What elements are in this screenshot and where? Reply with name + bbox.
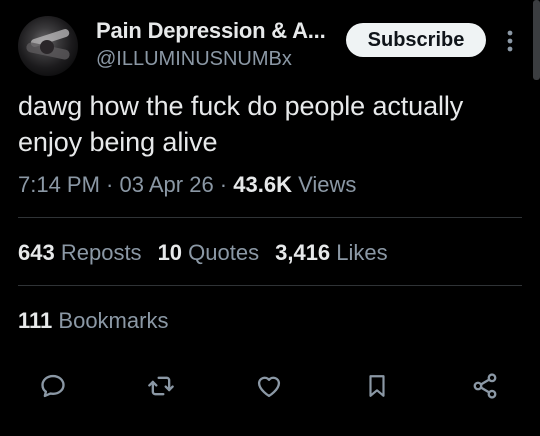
bookmarks-label: Bookmarks xyxy=(58,308,169,333)
views-count: 43.6K xyxy=(233,172,292,197)
quotes-count: 10 xyxy=(157,240,183,265)
tweet-header: Pain Depression & A... @ILLUMINUSNUMBx S… xyxy=(18,14,518,78)
views-label: Views xyxy=(291,172,357,197)
repost-icon[interactable] xyxy=(145,370,177,402)
bookmarks-stat[interactable]: 111 Bookmarks xyxy=(18,308,168,334)
bookmarks-count: 111 xyxy=(18,308,53,333)
tweet-text: dawg how the fuck do people actually enj… xyxy=(18,88,518,160)
quotes-stat[interactable]: 10 Quotes xyxy=(158,240,260,266)
likes-stat[interactable]: 3,416 Likes xyxy=(275,240,388,266)
avatar-detail xyxy=(40,40,54,54)
quotes-label: Quotes xyxy=(188,240,260,265)
engagement-stats: 643 Reposts 10 Quotes 3,416 Likes xyxy=(18,240,404,266)
scrollbar[interactable] xyxy=(533,0,540,80)
share-icon[interactable] xyxy=(469,370,501,402)
tweet-text-line: enjoy being alive xyxy=(18,127,218,157)
reply-icon[interactable] xyxy=(37,370,69,402)
like-icon[interactable] xyxy=(253,370,285,402)
more-options-icon[interactable] xyxy=(500,26,520,56)
divider xyxy=(18,285,522,286)
meta-separator: · xyxy=(99,172,120,197)
bookmark-icon[interactable] xyxy=(361,370,393,402)
tweet-time[interactable]: 7:14 PM xyxy=(18,172,100,197)
bookmarks-stats: 111 Bookmarks xyxy=(18,308,184,334)
meta-separator: · xyxy=(213,172,234,197)
tweet-date[interactable]: 03 Apr 26 xyxy=(120,172,214,197)
reposts-stat[interactable]: 643 Reposts xyxy=(18,240,142,266)
tweet-meta: 7:14 PM · 03 Apr 26 · 43.6K Views xyxy=(18,172,356,198)
subscribe-button[interactable]: Subscribe xyxy=(346,23,486,57)
reposts-count: 643 xyxy=(18,240,55,265)
divider xyxy=(18,217,522,218)
action-bar xyxy=(0,370,540,410)
likes-label: Likes xyxy=(336,240,388,265)
avatar[interactable] xyxy=(18,16,78,76)
tweet-text-line: dawg how the fuck do people actually xyxy=(18,91,464,121)
likes-count: 3,416 xyxy=(275,240,331,265)
display-name[interactable]: Pain Depression & A... xyxy=(96,18,326,44)
user-handle[interactable]: @ILLUMINUSNUMBx xyxy=(96,48,292,71)
reposts-label: Reposts xyxy=(60,240,142,265)
